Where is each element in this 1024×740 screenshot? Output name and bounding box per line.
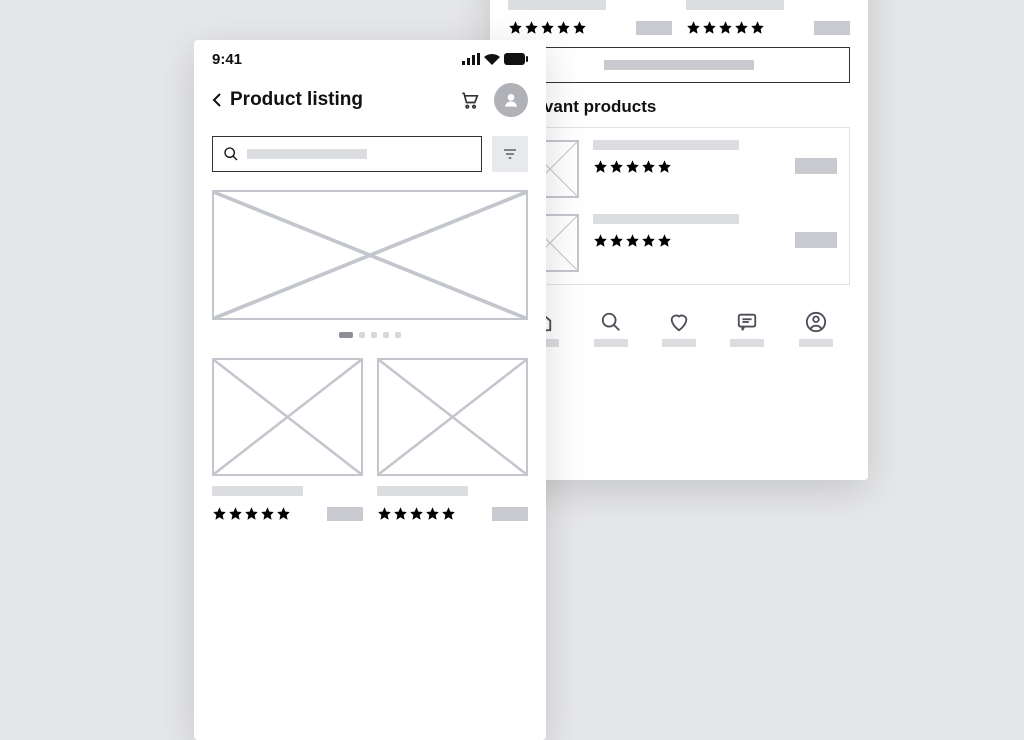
user-icon	[805, 311, 827, 333]
carousel-dots[interactable]	[212, 332, 528, 338]
user-icon	[503, 92, 519, 108]
rating-stars	[593, 233, 672, 248]
cart-button[interactable]	[452, 83, 486, 117]
chat-icon	[736, 311, 758, 333]
signal-icon	[462, 53, 480, 65]
button-label-placeholder	[604, 60, 754, 70]
tab-favorites[interactable]	[645, 311, 713, 347]
product-title-placeholder	[508, 0, 606, 10]
rating-stars	[212, 506, 291, 521]
battery-icon	[504, 53, 528, 65]
list-item[interactable]	[521, 214, 837, 272]
search-placeholder	[247, 149, 367, 159]
profile-button[interactable]	[494, 83, 528, 117]
dot[interactable]	[383, 332, 389, 338]
price-placeholder	[795, 158, 837, 174]
cart-icon	[459, 90, 479, 110]
section-title-relevant: Relevant products	[508, 97, 850, 117]
dot-active[interactable]	[339, 332, 353, 338]
search-icon	[223, 146, 239, 162]
price-placeholder	[814, 21, 850, 35]
see-all-button[interactable]	[508, 47, 850, 83]
product-title-placeholder	[377, 486, 468, 496]
back-chevron-icon[interactable]	[212, 92, 222, 108]
rating-stars	[508, 20, 587, 35]
product-image-placeholder	[377, 358, 528, 476]
price-placeholder	[795, 232, 837, 248]
tab-label-placeholder	[730, 339, 764, 347]
hero-banner-placeholder[interactable]	[212, 190, 528, 320]
product-title-placeholder	[593, 140, 739, 150]
product-grid-partial	[508, 0, 850, 35]
wifi-icon	[484, 53, 500, 65]
phone-mockup-front: 9:41 Product listing	[194, 40, 546, 740]
price-placeholder	[636, 21, 672, 35]
page-header: Product listing	[212, 78, 528, 122]
product-grid	[212, 358, 528, 521]
page-title: Product listing	[230, 89, 363, 111]
search-icon	[600, 311, 622, 333]
tab-search[interactable]	[576, 311, 644, 347]
product-card[interactable]	[686, 0, 850, 35]
rating-stars	[593, 159, 672, 174]
tab-label-placeholder	[799, 339, 833, 347]
filter-button[interactable]	[492, 136, 528, 172]
phone-mockup-back: Relevant products	[490, 0, 868, 480]
product-card[interactable]	[212, 358, 363, 521]
tab-label-placeholder	[594, 339, 628, 347]
relevant-products-list	[508, 127, 850, 285]
price-placeholder	[492, 507, 528, 521]
tab-messages[interactable]	[713, 311, 781, 347]
product-title-placeholder	[686, 0, 784, 10]
status-time: 9:41	[212, 51, 242, 68]
heart-icon	[668, 311, 690, 333]
product-card[interactable]	[377, 358, 528, 521]
product-image-placeholder	[212, 358, 363, 476]
product-card[interactable]	[508, 0, 672, 35]
list-item[interactable]	[521, 140, 837, 198]
dot[interactable]	[359, 332, 365, 338]
search-input[interactable]	[212, 136, 482, 172]
dot[interactable]	[395, 332, 401, 338]
tab-profile[interactable]	[782, 311, 850, 347]
rating-stars	[686, 20, 765, 35]
tab-label-placeholder	[662, 339, 696, 347]
rating-stars	[377, 506, 456, 521]
filter-icon	[502, 146, 518, 162]
status-bar: 9:41	[212, 40, 528, 78]
price-placeholder	[327, 507, 363, 521]
dot[interactable]	[371, 332, 377, 338]
product-title-placeholder	[212, 486, 303, 496]
tab-bar	[508, 305, 850, 347]
product-title-placeholder	[593, 214, 739, 224]
